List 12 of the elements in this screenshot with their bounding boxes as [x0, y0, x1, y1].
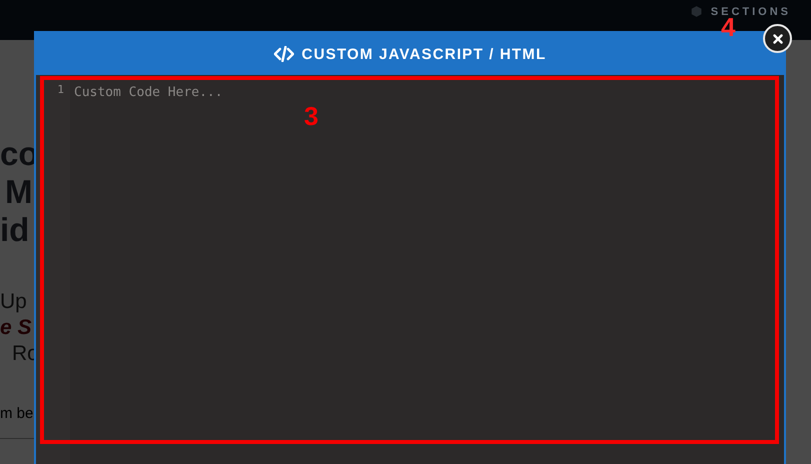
close-icon	[772, 34, 782, 44]
line-number: 1	[57, 83, 64, 96]
modal-title: CUSTOM JAVASCRIPT / HTML	[302, 46, 546, 62]
page-heading-fragment: id	[0, 211, 30, 249]
cube-icon	[690, 5, 703, 18]
page-text-fragment: m be	[0, 405, 34, 422]
page-subtitle-fragment: Up	[0, 289, 28, 315]
editor-placeholder: Custom Code Here...	[74, 85, 223, 100]
annotation-number: 3	[304, 101, 318, 132]
page-heading-fragment: M	[4, 173, 34, 211]
page-subtitle-fragment: e S	[0, 315, 33, 341]
code-icon	[274, 46, 294, 62]
